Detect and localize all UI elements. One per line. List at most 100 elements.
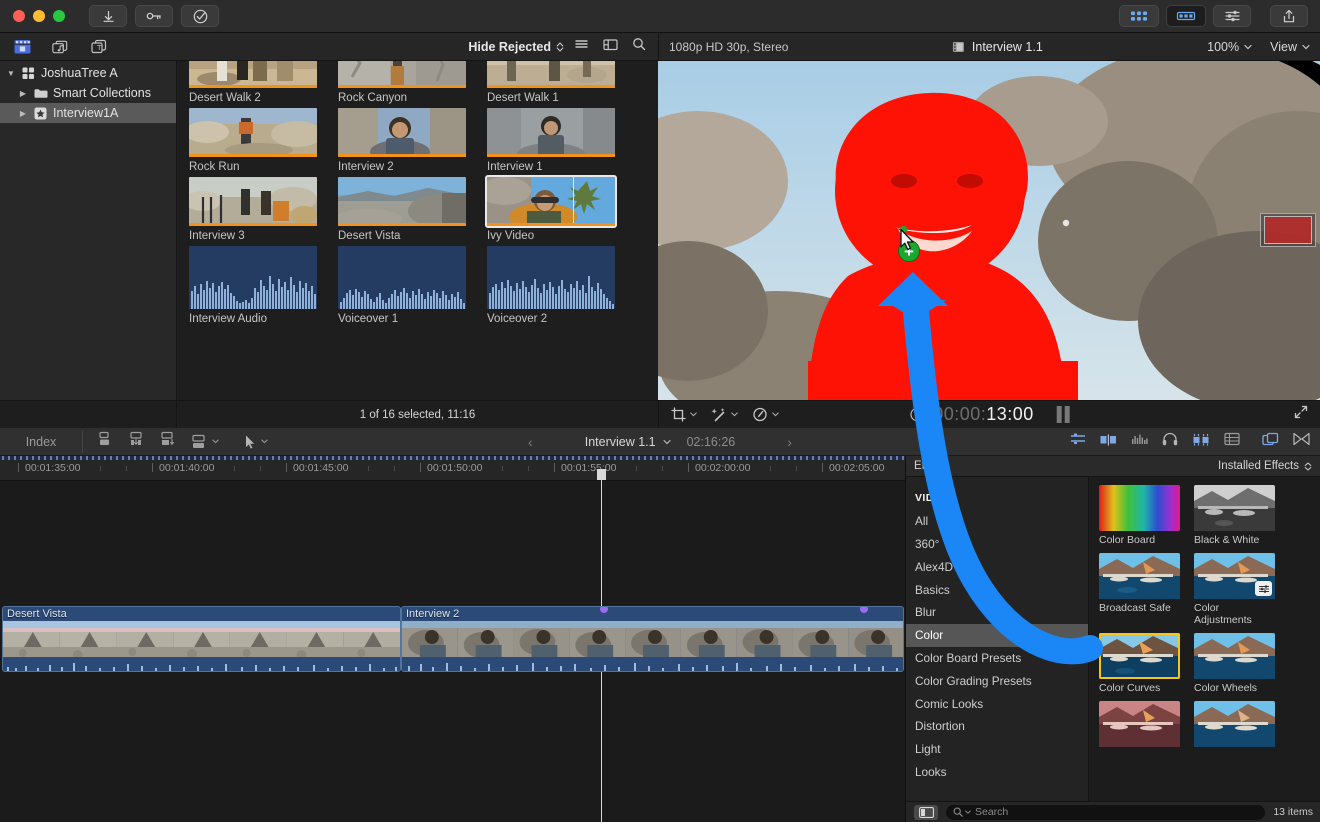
tool-selector-button[interactable]: [244, 434, 268, 449]
analyze-button[interactable]: [181, 5, 219, 27]
audio-clip-thumbnail[interactable]: [338, 246, 466, 309]
effect-thumbnail[interactable]: [1099, 701, 1180, 747]
sidebar-item-joshuatree-a[interactable]: ▼ JoshuaTree A: [0, 63, 176, 83]
clip-thumbnail[interactable]: [338, 61, 466, 88]
pause-icon[interactable]: [1057, 406, 1070, 423]
photos-audio-browser-button[interactable]: [50, 38, 70, 56]
disclosure-closed-icon[interactable]: ▶: [18, 89, 28, 98]
clip-marker[interactable]: [600, 606, 608, 613]
browser-clip[interactable]: Interview 3: [189, 177, 329, 242]
clip-thumbnail[interactable]: [189, 177, 317, 226]
effect-item[interactable]: [1194, 701, 1275, 750]
sidebar-item-smart-collections[interactable]: ▶ Smart Collections: [0, 83, 176, 103]
effects-source-dropdown[interactable]: Installed Effects: [1218, 460, 1312, 472]
filmstrip-view-button[interactable]: [603, 38, 618, 56]
audio-clip-thumbnail[interactable]: [487, 246, 615, 309]
play-circle-icon[interactable]: [909, 407, 924, 422]
timeline-ruler[interactable]: 00:01:35:00 00:01:40:00 00:01:45:00 00:0…: [0, 456, 905, 481]
sidebar-item-interview1a[interactable]: ▶ Interview1A: [0, 103, 176, 123]
effects-category-color-grading-presets[interactable]: Color Grading Presets: [906, 669, 1088, 692]
effects-category-list[interactable]: VIDEO All 360° Alex4D Basics Blur Color …: [906, 477, 1089, 801]
effect-item[interactable]: Color Wheels: [1194, 633, 1275, 694]
browser-clip[interactable]: Rock Run: [189, 108, 329, 173]
clip-thumbnail[interactable]: [189, 61, 317, 88]
effect-item[interactable]: Black & White: [1194, 485, 1275, 546]
effect-thumbnail[interactable]: [1099, 633, 1180, 679]
effects-item-grid[interactable]: Color Board Black & White: [1089, 477, 1320, 801]
browser-clip[interactable]: Interview 1: [487, 108, 627, 173]
effect-thumbnail[interactable]: [1194, 633, 1275, 679]
browser-toggle-button[interactable]: [1119, 5, 1159, 27]
insert-clip-button[interactable]: [128, 430, 146, 453]
clip-skimming-button[interactable]: [1192, 433, 1210, 451]
enhancements-button[interactable]: [711, 407, 738, 422]
clip-thumbnail[interactable]: [487, 177, 615, 226]
effect-thumbnail[interactable]: [1099, 485, 1180, 531]
browser-clip[interactable]: Desert Vista: [338, 177, 478, 242]
effects-category-color-board-presets[interactable]: Color Board Presets: [906, 647, 1088, 670]
browser-search-button[interactable]: [632, 37, 646, 56]
libraries-browser-button[interactable]: [12, 38, 32, 56]
effects-search-input[interactable]: Search: [946, 805, 1265, 820]
color-mask-swatch[interactable]: [1264, 216, 1312, 244]
sidebar-toggle-button[interactable]: [914, 805, 938, 820]
effects-category-looks[interactable]: Looks: [906, 761, 1088, 784]
maximize-button[interactable]: [53, 10, 65, 22]
overwrite-clip-button[interactable]: [190, 433, 219, 451]
share-button[interactable]: [1270, 5, 1308, 27]
browser-clip[interactable]: Interview Audio: [189, 246, 329, 325]
browser-clip-selected[interactable]: Ivy Video: [487, 177, 627, 242]
effects-category-blur[interactable]: Blur: [906, 601, 1088, 624]
clip-browser[interactable]: Desert Walk 2 Rock Canyon: [177, 61, 658, 400]
effects-category-basics[interactable]: Basics: [906, 578, 1088, 601]
disclosure-closed-icon[interactable]: ▶: [18, 109, 28, 118]
disclosure-open-icon[interactable]: ▼: [6, 69, 16, 78]
window-controls[interactable]: [13, 10, 65, 22]
timeline-toggle-button[interactable]: [1166, 5, 1206, 27]
clip-appearance-button[interactable]: [1070, 432, 1086, 451]
browser-clip[interactable]: Voiceover 1: [338, 246, 478, 325]
timeline-index-button[interactable]: Index: [0, 435, 82, 449]
audio-clip-thumbnail[interactable]: [189, 246, 317, 309]
effects-category-360[interactable]: 360°: [906, 533, 1088, 556]
retime-button[interactable]: [752, 407, 779, 422]
minimize-button[interactable]: [33, 10, 45, 22]
effect-thumbnail[interactable]: [1194, 701, 1275, 747]
browser-clip[interactable]: Rock Canyon: [338, 61, 478, 104]
viewer-timecode-group[interactable]: 00:00: 13:00: [909, 404, 1070, 425]
transitions-browser-button[interactable]: [1293, 432, 1310, 451]
browser-clip[interactable]: Voiceover 2: [487, 246, 627, 325]
clip-thumbnail[interactable]: [487, 108, 615, 157]
browser-clip[interactable]: Desert Walk 2: [189, 61, 329, 104]
fullscreen-button[interactable]: [1294, 405, 1308, 424]
effects-category-comic-looks[interactable]: Comic Looks: [906, 692, 1088, 715]
clip-thumbnail[interactable]: [338, 108, 466, 157]
headphone-button[interactable]: [1162, 432, 1178, 451]
timeline-list-button[interactable]: [1224, 432, 1240, 451]
timeline-clip[interactable]: Interview 2: [401, 606, 904, 672]
effects-category-all[interactable]: All: [906, 510, 1088, 533]
chevron-down-icon[interactable]: [663, 439, 671, 445]
close-button[interactable]: [13, 10, 25, 22]
timeline-clip[interactable]: Desert Vista: [2, 606, 401, 672]
effects-category-alex4d[interactable]: Alex4D: [906, 555, 1088, 578]
clip-thumbnail[interactable]: [189, 108, 317, 157]
browser-clip[interactable]: Interview 2: [338, 108, 478, 173]
effect-thumbnail[interactable]: [1194, 553, 1275, 599]
rejected-filter-dropdown[interactable]: Hide Rejected: [468, 40, 564, 54]
titles-generators-browser-button[interactable]: T: [88, 38, 108, 56]
effect-item[interactable]: Color Board: [1099, 485, 1180, 546]
inspector-toggle-button[interactable]: [1213, 5, 1251, 27]
connect-clip-button[interactable]: [97, 430, 115, 453]
effect-thumbnail[interactable]: [1099, 553, 1180, 599]
clip-thumbnail[interactable]: [487, 61, 615, 88]
import-media-button[interactable]: [89, 5, 127, 27]
previous-project-button[interactable]: ‹: [476, 434, 585, 450]
keyword-editor-button[interactable]: [135, 5, 173, 27]
video-only-button[interactable]: [1100, 433, 1117, 451]
append-clip-button[interactable]: [159, 430, 177, 453]
effects-category-light[interactable]: Light: [906, 738, 1088, 761]
next-project-button[interactable]: ›: [735, 434, 844, 450]
effect-item[interactable]: Broadcast Safe: [1099, 553, 1180, 626]
view-options-dropdown[interactable]: View: [1270, 40, 1310, 54]
